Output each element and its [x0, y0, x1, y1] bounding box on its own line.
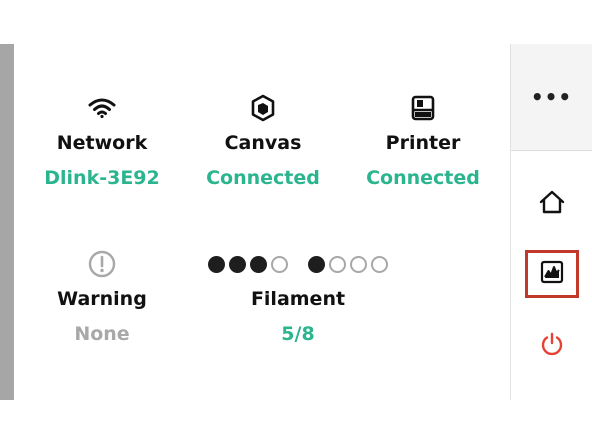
- network-value: Dlink-3E92: [44, 167, 160, 189]
- canvas-label: Canvas: [224, 132, 302, 154]
- canvas-cube-icon: [188, 92, 338, 124]
- filament-tile[interactable]: Filament 5/8: [194, 248, 402, 345]
- filament-dot-filled: [229, 255, 246, 273]
- wifi-icon: [27, 92, 177, 124]
- canvas-value: Connected: [206, 167, 320, 189]
- warning-label: Warning: [57, 288, 147, 310]
- network-tile[interactable]: Network Dlink-3E92: [27, 92, 177, 189]
- network-label: Network: [56, 132, 148, 154]
- filament-dot-filled: [308, 255, 325, 273]
- filament-dot-empty: [329, 255, 346, 273]
- side-rail: •••: [511, 44, 592, 400]
- warning-circle-icon: [27, 248, 177, 280]
- filament-level-indicator: [194, 248, 402, 280]
- power-icon: [539, 331, 565, 361]
- stats-button[interactable]: [525, 250, 579, 298]
- warning-tile[interactable]: Warning None: [27, 248, 177, 345]
- filament-dot-filled: [250, 255, 267, 273]
- filament-label: Filament: [250, 288, 346, 310]
- filament-dot-filled: [208, 255, 225, 273]
- status-panel: Network Dlink-3E92 Canvas Connected Prin…: [14, 44, 510, 400]
- filament-dot-empty: [271, 255, 288, 273]
- left-edge-strip: [0, 44, 14, 400]
- printer-tile[interactable]: Printer Connected: [348, 92, 498, 189]
- filament-dot-empty: [350, 255, 367, 273]
- filament-value: 5/8: [281, 323, 315, 345]
- printer-icon: [348, 92, 498, 124]
- filament-dot-empty: [371, 255, 388, 273]
- printer-value: Connected: [366, 167, 480, 189]
- warning-value: None: [74, 323, 130, 345]
- home-icon: [539, 190, 565, 218]
- stats-chart-icon: [540, 260, 564, 288]
- more-options-button[interactable]: •••: [511, 44, 592, 150]
- home-button[interactable]: [525, 180, 579, 228]
- power-button[interactable]: [525, 322, 579, 370]
- printer-label: Printer: [385, 132, 461, 154]
- canvas-tile[interactable]: Canvas Connected: [188, 92, 338, 189]
